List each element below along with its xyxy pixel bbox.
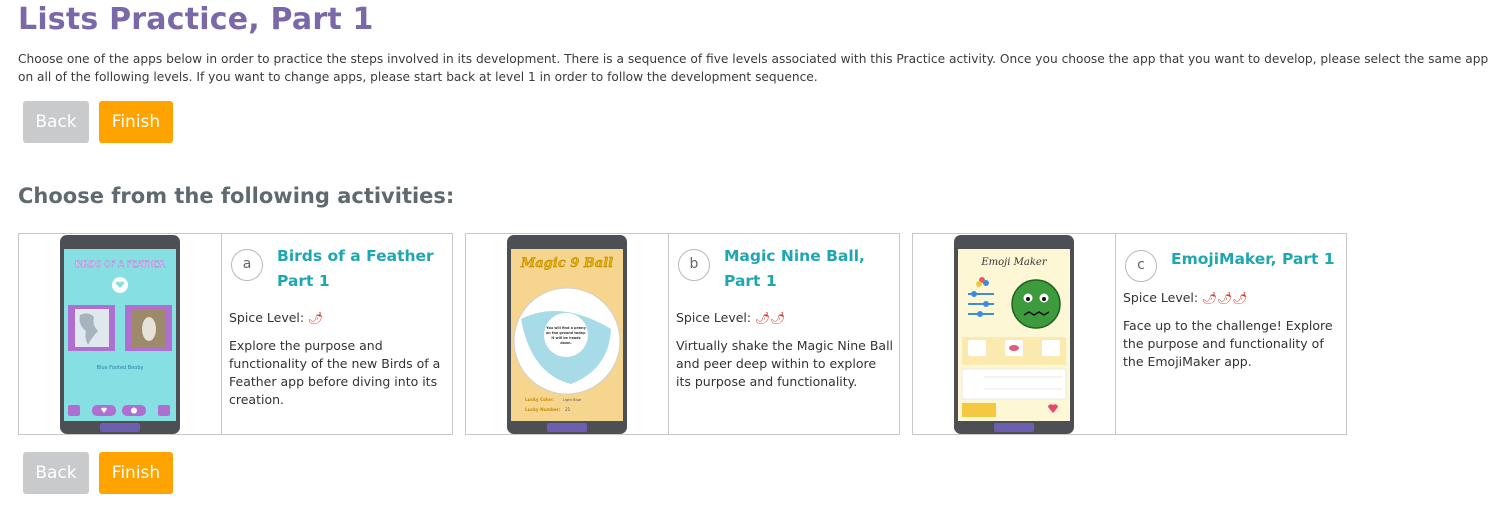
thumb-color-value: Light Blue	[563, 398, 582, 402]
intro-text: Choose one of the apps below in order to…	[18, 52, 1489, 84]
activity-letter-badge: b	[678, 249, 710, 281]
chili-pepper-icon: 🌶	[308, 311, 324, 325]
spice-level: Spice Level: 🌶🌶	[676, 310, 786, 325]
activity-title-link[interactable]: Birds of a Feather Part 1	[277, 244, 449, 294]
reset-bar	[100, 423, 140, 432]
spice-level: Spice Level: 🌶🌶🌶	[1123, 290, 1248, 305]
reset-bar	[994, 423, 1034, 432]
phone-mockup: Magic 9 Ball You will find a penny on th…	[507, 235, 627, 434]
spice-level-label: Spice Level:	[1123, 290, 1199, 305]
phone-mockup: BIRDS OF A FEATHER Blue Footed Booby	[60, 235, 180, 434]
emoji-maker-screen: Emoji Maker	[958, 249, 1070, 421]
chili-pepper-icon: 🌶🌶	[755, 311, 786, 325]
magic-ball-screen: Magic 9 Ball You will find a penny on th…	[511, 249, 623, 421]
finish-button-bottom[interactable]: Finish	[99, 452, 173, 494]
thumb-title: BIRDS OF A FEATHER	[75, 260, 165, 270]
thumb-title: Magic 9 Ball	[520, 256, 613, 271]
svg-text:You will find a penny: You will find a penny	[545, 326, 586, 330]
activity-letter-badge: a	[231, 249, 263, 281]
app-thumbnail[interactable]: Magic 9 Ball You will find a penny on th…	[466, 234, 669, 434]
activity-description: Virtually shake the Magic Nine Ball and …	[676, 338, 894, 389]
spice-level-label: Spice Level:	[676, 310, 752, 325]
spice-level-label: Spice Level:	[229, 310, 305, 325]
app-thumbnail[interactable]: Emoji Maker	[913, 234, 1116, 434]
chili-pepper-icon: 🌶🌶🌶	[1202, 291, 1248, 305]
activity-card-a[interactable]: BIRDS OF A FEATHER Blue Footed Booby a B…	[18, 233, 453, 435]
activity-title-link[interactable]: EmojiMaker, Part 1	[1171, 247, 1343, 272]
thumb-title: Emoji Maker	[980, 257, 1047, 268]
section-heading: Choose from the following activities:	[18, 184, 455, 208]
activity-description: Face up to the challenge! Explore the pu…	[1123, 318, 1333, 369]
back-button-bottom[interactable]: Back	[23, 452, 89, 494]
magic-ball-app-preview: Magic 9 Ball You will find a penny on th…	[511, 249, 623, 421]
finish-button[interactable]: Finish	[99, 101, 173, 143]
activity-card-c[interactable]: Emoji Maker c EmojiMaker, Part 1 Spice L…	[912, 233, 1347, 435]
thumb-number-label: Lucky Number:	[525, 407, 561, 412]
app-thumbnail[interactable]: BIRDS OF A FEATHER Blue Footed Booby	[19, 234, 222, 434]
svg-text:on the ground today.: on the ground today.	[546, 331, 586, 335]
activity-title-link[interactable]: Magic Nine Ball, Part 1	[724, 244, 896, 294]
svg-text:down.: down.	[560, 341, 572, 345]
emoji-maker-app-preview: Emoji Maker	[958, 249, 1070, 421]
page-title: Lists Practice, Part 1	[18, 2, 374, 37]
spice-level: Spice Level: 🌶	[229, 310, 323, 325]
birds-screen: BIRDS OF A FEATHER Blue Footed Booby	[64, 249, 176, 421]
svg-text:It will be heads: It will be heads	[551, 336, 580, 340]
activity-description: Explore the purpose and functionality of…	[229, 338, 441, 407]
thumb-color-label: Lucky Color:	[525, 397, 554, 402]
birds-app-preview: BIRDS OF A FEATHER Blue Footed Booby	[64, 249, 176, 421]
phone-mockup: Emoji Maker	[954, 235, 1074, 434]
thumb-number-value: 21	[565, 407, 571, 412]
activity-card-b[interactable]: Magic 9 Ball You will find a penny on th…	[465, 233, 900, 435]
activity-letter-badge: c	[1125, 250, 1157, 282]
reset-bar	[547, 423, 587, 432]
thumb-caption: Blue Footed Booby	[97, 365, 144, 371]
back-button[interactable]: Back	[23, 101, 89, 143]
